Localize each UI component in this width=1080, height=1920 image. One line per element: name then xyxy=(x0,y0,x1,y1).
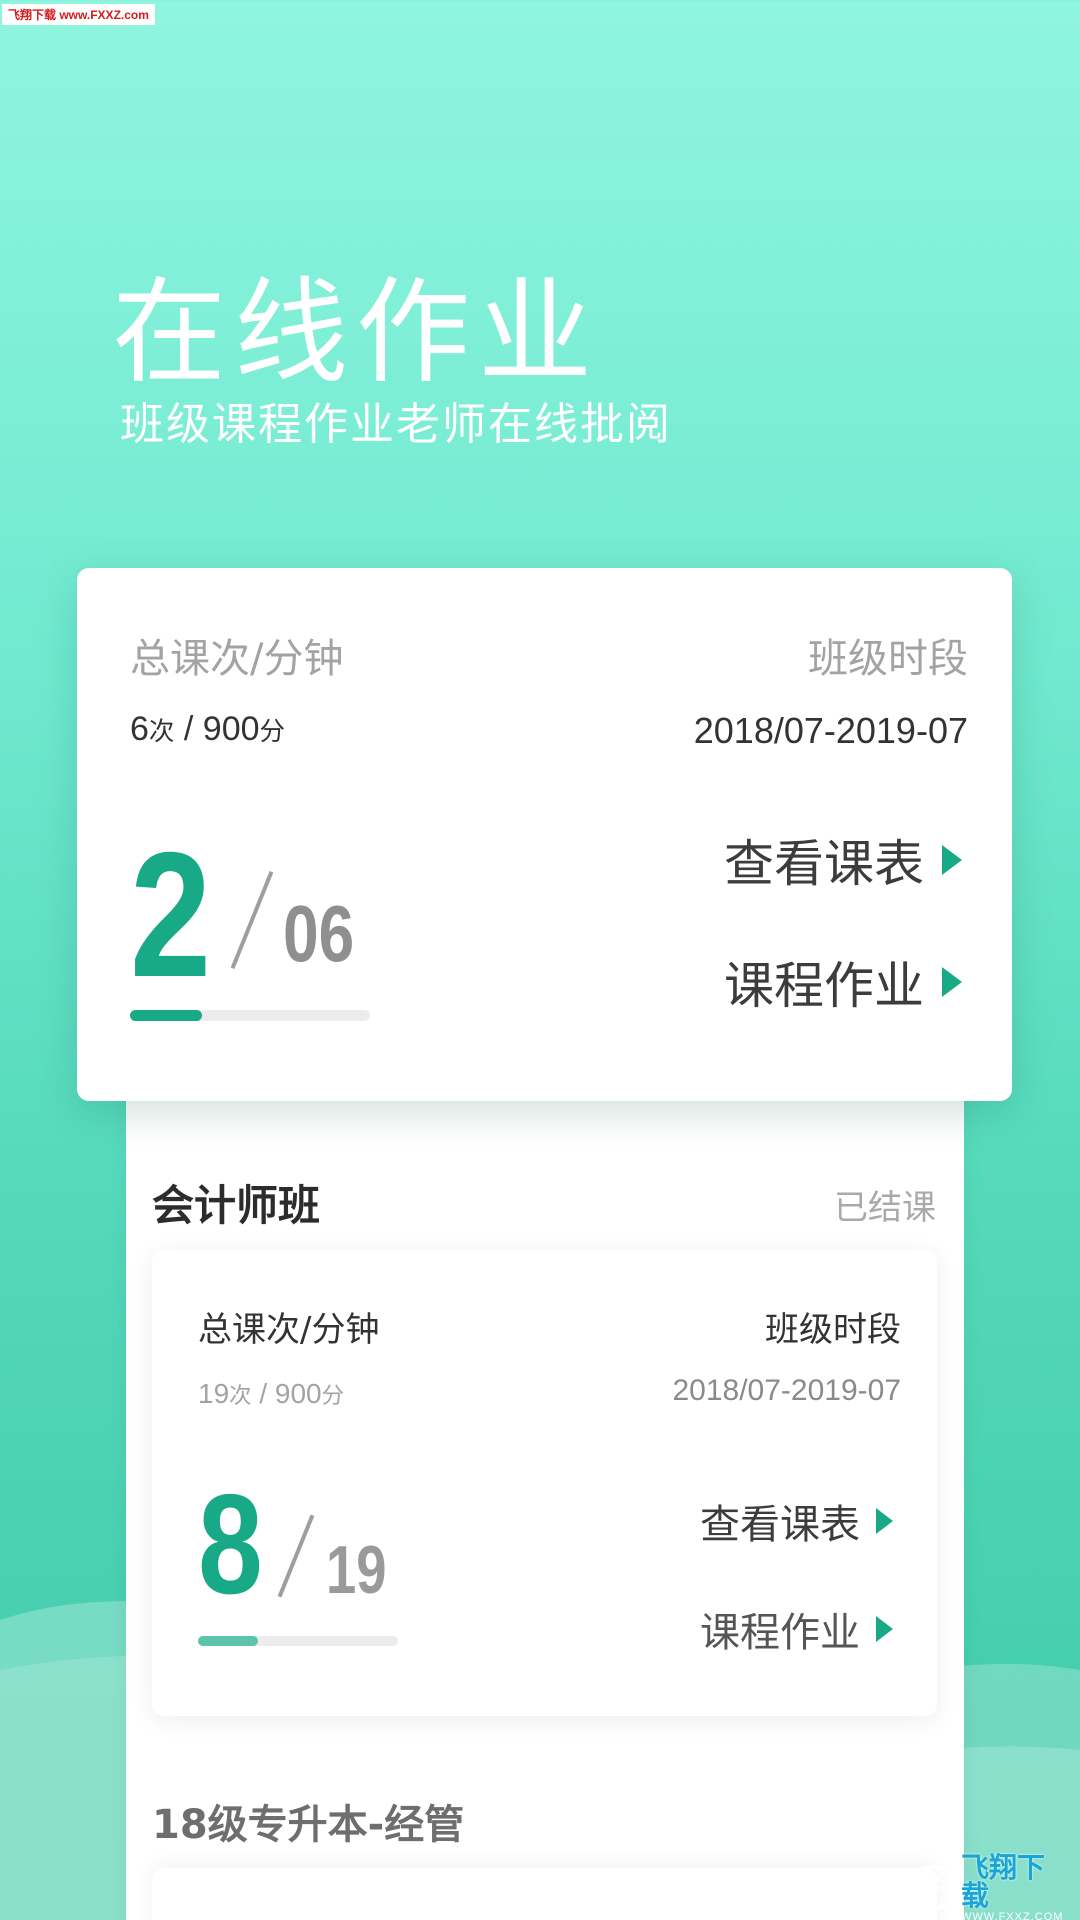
triangle-right-icon xyxy=(876,1508,893,1534)
completed-count: 2 xyxy=(130,815,212,1014)
hero-title: 在线作业 xyxy=(112,266,601,399)
view-schedule-label: 查看课表 xyxy=(700,1502,860,1548)
hero-subtitle: 班级课程作业老师在线批阅 xyxy=(120,399,672,450)
total-count: 06 xyxy=(283,889,355,978)
watermark-logo-icon: F xyxy=(910,1865,955,1911)
course-homework-link[interactable]: 课程作业 xyxy=(724,946,962,1018)
period-value: 2018/07-2019-07 xyxy=(672,1374,901,1407)
view-schedule-link[interactable]: 查看课表 xyxy=(700,1492,893,1550)
completed-count: 8 xyxy=(198,1465,263,1624)
progress-bar xyxy=(198,1636,398,1646)
progress-bar xyxy=(130,1010,370,1021)
watermark-logo-text: 飞翔下载 WWW.FXXZ.COM xyxy=(960,1850,1064,1920)
class-status: 已结课 xyxy=(834,1188,936,1228)
triangle-right-icon xyxy=(942,967,962,997)
triangle-right-icon xyxy=(942,845,962,875)
triangle-right-icon xyxy=(876,1616,893,1642)
watermark-logo: F 飞翔下载 WWW.FXXZ.COM xyxy=(910,1853,1070,1920)
slash-divider xyxy=(230,871,274,969)
period-label: 班级时段 xyxy=(765,1310,901,1350)
course-homework-label: 课程作业 xyxy=(700,1610,860,1656)
watermark-top: 飞翔下载 www.FXXZ.com xyxy=(2,4,155,25)
slash-divider xyxy=(277,1514,315,1598)
period-label: 班级时段 xyxy=(808,636,968,682)
class-card[interactable]: 总课次/分钟 班级时段 19次 / 900分 2018/07-2019-07 8… xyxy=(152,1250,937,1716)
class-name: 18级专升本-经管 xyxy=(152,1802,465,1848)
view-schedule-link[interactable]: 查看课表 xyxy=(724,824,962,896)
total-count: 19 xyxy=(326,1532,387,1608)
total-lessons-label: 总课次/分钟 xyxy=(130,636,344,682)
total-lessons-value: 19次 / 900分 xyxy=(198,1378,344,1409)
view-schedule-label: 查看课表 xyxy=(724,835,924,893)
class-name: 会计师班 xyxy=(152,1181,321,1230)
progress-bar-fill xyxy=(198,1636,258,1646)
period-value: 2018/07-2019-07 xyxy=(693,710,968,751)
class-card[interactable] xyxy=(152,1868,937,1920)
main-progress-card: 总课次/分钟 班级时段 6次 / 900分 2018/07-2019-07 2 … xyxy=(77,568,1012,1101)
progress-bar-fill xyxy=(130,1010,202,1021)
course-homework-label: 课程作业 xyxy=(724,957,924,1015)
total-lessons-label: 总课次/分钟 xyxy=(198,1310,380,1350)
course-homework-link[interactable]: 课程作业 xyxy=(700,1600,893,1658)
total-lessons-value: 6次 / 900分 xyxy=(130,710,286,748)
